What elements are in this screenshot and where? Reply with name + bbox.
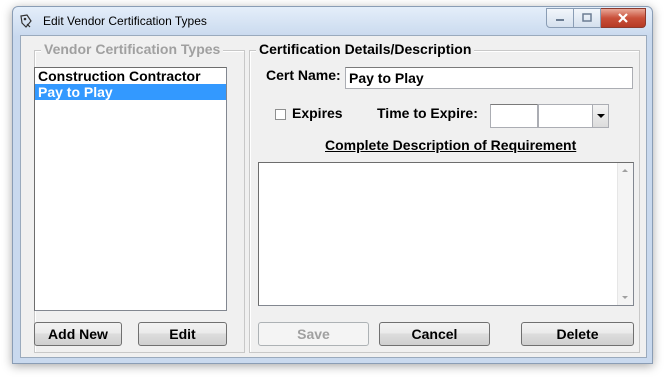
time-to-expire-input[interactable] [490,104,538,128]
cert-name-label: Cert Name: [266,67,341,83]
add-new-button[interactable]: Add New [34,322,122,346]
dialog-client-area: Vendor Certification Types Construction … [20,35,647,358]
group-legend-certification-details: Certification Details/Description [256,41,475,57]
app-icon [20,14,32,28]
close-button[interactable] [601,8,646,28]
time-to-expire-label: Time to Expire: [377,105,478,121]
expires-label: Expires [292,105,343,121]
window-title: Edit Vendor Certification Types [43,14,207,28]
edit-button[interactable]: Edit [138,322,227,346]
maximize-icon [582,13,592,22]
expires-checkbox[interactable] [275,109,286,120]
scroll-down-icon[interactable] [622,296,628,299]
cert-name-input[interactable]: Pay to Play [345,67,633,89]
list-item[interactable]: Pay to Play [35,84,226,100]
close-icon [618,13,628,23]
save-button[interactable]: Save [258,322,369,346]
dialog-window: Edit Vendor Certification Types Vendor C… [12,6,653,364]
title-bar[interactable]: Edit Vendor Certification Types [13,7,652,35]
group-legend-vendor-types: Vendor Certification Types [41,41,224,57]
minimize-button[interactable] [546,8,574,28]
maximize-button[interactable] [574,8,601,28]
cancel-button[interactable]: Cancel [379,322,490,346]
description-scrollbar[interactable] [617,163,633,305]
time-unit-select[interactable] [538,104,609,128]
description-textarea[interactable] [258,162,634,306]
list-item[interactable]: Construction Contractor [35,68,226,84]
chevron-down-icon[interactable] [592,105,608,127]
minimize-icon [556,19,564,21]
certification-types-list[interactable]: Construction Contractor Pay to Play [34,67,227,311]
scroll-up-icon[interactable] [622,169,628,172]
description-heading: Complete Description of Requirement [325,137,577,153]
delete-button[interactable]: Delete [521,322,634,346]
